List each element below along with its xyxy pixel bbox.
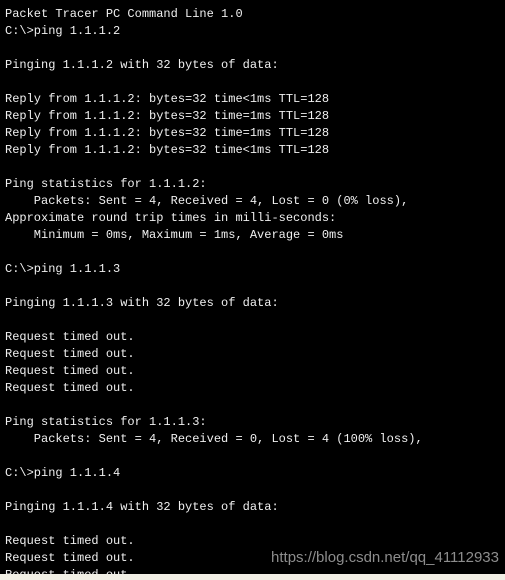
terminal-line: Reply from 1.1.1.2: bytes=32 time=1ms TT…	[5, 109, 330, 123]
terminal-line: C:\>ping 1.1.1.2	[5, 24, 121, 38]
terminal-line: Packets: Sent = 4, Received = 0, Lost = …	[5, 432, 423, 446]
terminal-line: Ping statistics for 1.1.1.2:	[5, 177, 207, 191]
terminal-line: Request timed out.	[5, 534, 135, 548]
terminal-line: C:\>ping 1.1.1.4	[5, 466, 121, 480]
terminal-line: Packet Tracer PC Command Line 1.0	[5, 7, 243, 21]
terminal-line: Pinging 1.1.1.2 with 32 bytes of data:	[5, 58, 279, 72]
terminal-line: Request timed out.	[5, 381, 135, 395]
terminal-line: Packets: Sent = 4, Received = 4, Lost = …	[5, 194, 409, 208]
terminal-line: C:\>ping 1.1.1.3	[5, 262, 121, 276]
terminal-line: Request timed out.	[5, 347, 135, 361]
terminal-line: Request timed out.	[5, 364, 135, 378]
terminal-line-list: Packet Tracer PC Command Line 1.0 C:\>pin…	[5, 6, 505, 574]
terminal-line: Request timed out.	[5, 330, 135, 344]
terminal-line: Request timed out.	[5, 567, 505, 574]
bottom-edge-strip	[0, 574, 505, 580]
terminal-output-pane[interactable]: Packet Tracer PC Command Line 1.0 C:\>pin…	[0, 0, 505, 574]
terminal-line: Minimum = 0ms, Maximum = 1ms, Average = …	[5, 228, 344, 242]
terminal-line: Ping statistics for 1.1.1.3:	[5, 415, 207, 429]
terminal-line: Pinging 1.1.1.4 with 32 bytes of data:	[5, 500, 279, 514]
terminal-line: Reply from 1.1.1.2: bytes=32 time<1ms TT…	[5, 92, 330, 106]
terminal-line: Reply from 1.1.1.2: bytes=32 time=1ms TT…	[5, 126, 330, 140]
terminal-line: Approximate round trip times in milli-se…	[5, 211, 337, 225]
terminal-line: Reply from 1.1.1.2: bytes=32 time<1ms TT…	[5, 143, 330, 157]
watermark-url: https://blog.csdn.net/qq_41112933	[271, 549, 499, 566]
terminal-line: Pinging 1.1.1.3 with 32 bytes of data:	[5, 296, 279, 310]
